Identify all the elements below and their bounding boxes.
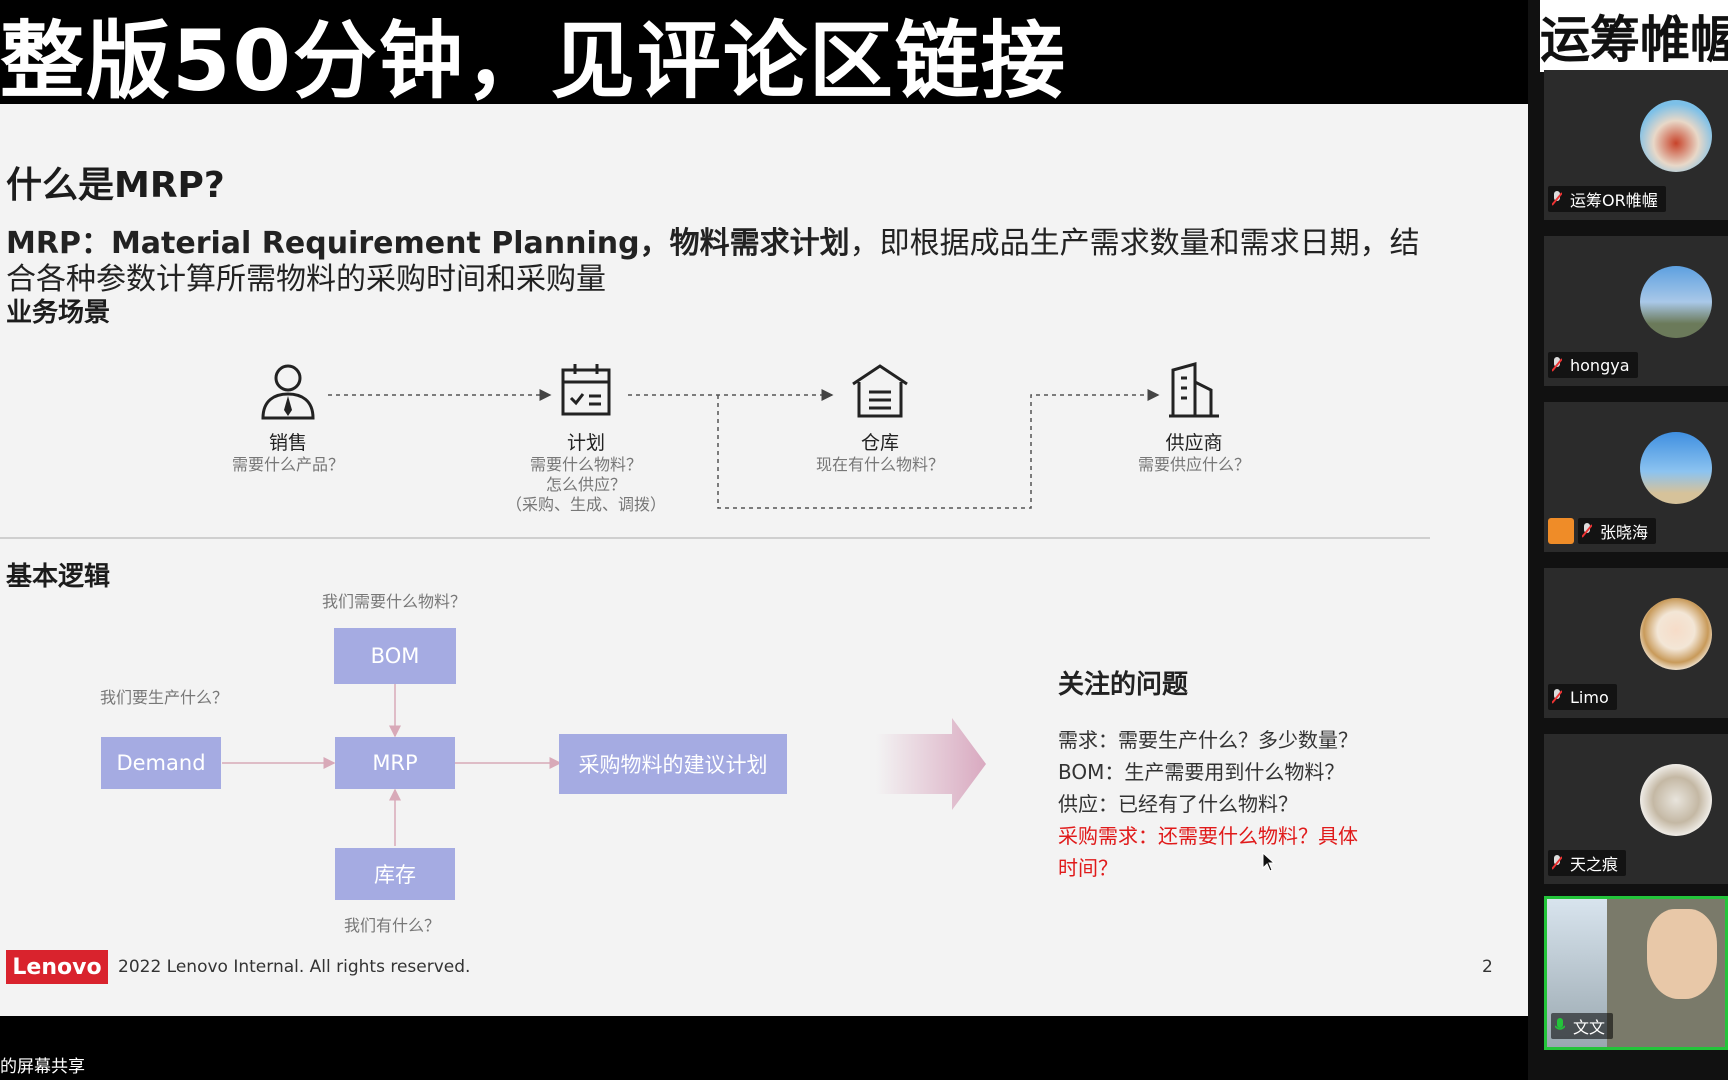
- avatar: [1640, 266, 1712, 338]
- avatar: [1640, 100, 1712, 172]
- avatar: [1640, 598, 1712, 670]
- brand-logo: 运筹帷幄: [1540, 0, 1728, 72]
- host-badge-icon: [1548, 518, 1574, 544]
- participant-tile[interactable]: hongya: [1544, 236, 1728, 386]
- box-stock: 库存: [335, 848, 455, 900]
- box-bom: BOM: [334, 628, 456, 684]
- focus-q4-line1: 采购需求：还需要什么物料？具体: [1058, 824, 1358, 848]
- mic-muted-icon: [1552, 689, 1562, 704]
- lenovo-logo: Lenovo: [6, 950, 108, 984]
- demand-note: 我们要生产什么？: [100, 688, 229, 707]
- participant-tile[interactable]: 运筹OR帷幄: [1544, 70, 1728, 220]
- participant-name: 文文: [1551, 1013, 1614, 1039]
- participant-tile[interactable]: 天之痕: [1544, 734, 1728, 884]
- speaker-video: [1647, 909, 1717, 999]
- focus-q3: 供应：已经有了什么物料？: [1058, 792, 1298, 816]
- mic-muted-icon: [1552, 357, 1562, 372]
- logic-connectors: [222, 668, 986, 846]
- focus-q4-line2: 时间？: [1058, 856, 1118, 880]
- bottom-bar: [0, 1016, 1528, 1080]
- participant-name: hongya: [1548, 352, 1638, 378]
- right-arrow-icon: [876, 718, 986, 810]
- participant-tile-active[interactable]: 文文: [1544, 896, 1728, 1050]
- participant-name: 运筹OR帷幄: [1548, 186, 1666, 212]
- box-demand: Demand: [101, 737, 221, 789]
- participant-name: 天之痕: [1548, 850, 1627, 876]
- participant-name: 张晓海: [1578, 518, 1657, 544]
- focus-q2: BOM：生产需要用到什么物料？: [1058, 760, 1345, 784]
- footer-copyright: 2022 Lenovo Internal. All rights reserve…: [118, 957, 471, 977]
- participant-tile[interactable]: 张晓海: [1544, 402, 1728, 552]
- participant-tile[interactable]: Limo: [1544, 568, 1728, 718]
- bom-note: 我们需要什么物料？: [322, 592, 467, 611]
- screen-share-label: 的屏幕共享: [0, 1057, 85, 1077]
- participant-name: Limo: [1548, 684, 1617, 710]
- mic-muted-icon: [1552, 855, 1562, 870]
- stock-note: 我们有什么？: [344, 916, 441, 935]
- focus-title: 关注的问题: [1058, 670, 1189, 700]
- mic-muted-icon: [1552, 191, 1562, 206]
- shared-slide: 什么是MRP? MRP：Material Requirement Plannin…: [0, 104, 1528, 1016]
- mic-active-icon: [1555, 1018, 1565, 1030]
- avatar: [1640, 764, 1712, 836]
- avatar: [1640, 432, 1712, 504]
- focus-q1: 需求：需要生产什么？多少数量？: [1058, 728, 1358, 752]
- box-mrp: MRP: [335, 737, 455, 789]
- box-output-plan: 采购物料的建议计划: [559, 734, 787, 794]
- mic-muted-icon: [1582, 523, 1592, 538]
- banner-caption: 整版50分钟，见评论区链接: [0, 12, 1067, 110]
- page-number: 2: [1482, 957, 1493, 977]
- mouse-cursor-icon: [1262, 852, 1276, 872]
